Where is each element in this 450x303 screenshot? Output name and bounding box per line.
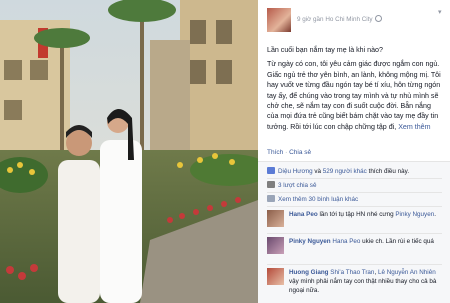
post-text: Lần cuối bạn nắm tay mẹ là khi nào? Từ n… [267,45,444,136]
comment-text: lần tới tụ tập HN nhé cưng [319,211,394,218]
avatar[interactable] [267,268,284,285]
comment-item: Pinky Nguyen Hana Peo ukie ch. Lần rùi e… [267,237,445,254]
post-actions: Thích · Chia sẻ [267,149,311,156]
location-prefix: gần [313,16,324,23]
likes-suffix: thích điều này. [368,168,410,175]
comment-author[interactable]: Hana Peo [289,211,318,218]
divider [267,178,442,179]
chevron-down-icon[interactable]: ▾ [438,9,445,16]
post-paragraph: Từ ngày có con, tôi yêu cảm giác được ng… [267,59,444,132]
divider [267,192,442,193]
liker-name[interactable]: Diệu Hương [278,168,313,175]
comment-mention[interactable]: Shi'a Thao Tran [330,269,374,276]
post-panel: 9 giờ gần Ho Chi Minh City ▾ Lần cuối bạ… [258,0,450,303]
globe-icon [375,15,383,22]
comment-mention[interactable]: Pinky Nguyen [395,211,434,218]
comment-text: ukie ch. Lần rùi e tiếc quá [362,238,434,245]
comment-author[interactable]: Huong Giang [289,269,329,276]
comment-text: . [434,211,436,218]
thumbs-up-icon [267,167,275,174]
share-icon [267,181,275,188]
see-more-link[interactable]: Xem thêm [398,123,430,131]
location-link[interactable]: Ho Chi Minh City [325,16,372,23]
post-paragraph: Lần cuối bạn nắm tay mẹ là khi nào? [267,46,383,54]
share-link[interactable]: Chia sẻ [289,149,311,156]
divider [267,264,442,265]
like-link[interactable]: Thích [267,149,283,156]
comment-item: Hana Peo lần tới tụ tập HN nhé cưng Pink… [267,210,445,227]
avatar[interactable] [267,237,284,254]
shares-row[interactable]: 3 lượt chia sẻ [267,181,316,189]
likes-count-link[interactable]: 529 người khác [323,168,367,175]
shares-count[interactable]: 3 lượt chia sẻ [278,182,316,189]
separator-dot: · [285,149,288,156]
feedback-section: Diệu Hương và 529 người khác thích điều … [258,161,450,303]
comment-icon [267,195,275,202]
post-paragraph-text: Từ ngày có con, tôi yêu cảm giác được ng… [267,60,441,131]
view-more-comments-row[interactable]: Xem thêm 30 bình luận khác [267,195,358,203]
comment-mention[interactable]: Hana Peo [332,238,360,245]
likes-and: và [314,168,322,175]
divider [267,206,442,207]
post-meta: 9 giờ gần Ho Chi Minh City [297,15,383,23]
comment-mention[interactable]: Lê Nguyễn An Nhiên [378,269,436,276]
post-header: 9 giờ gần Ho Chi Minh City ▾ [267,8,445,34]
comment-item: Huong Giang Shi'a Thao Tran, Lê Nguyễn A… [267,268,445,295]
likes-row: Diệu Hương và 529 người khác thích điều … [267,167,409,175]
comment-text: vậy mình phải nắm tay con thật nhiều tha… [289,278,437,294]
post-photo[interactable] [0,0,258,303]
avatar[interactable] [267,210,284,227]
avatar[interactable] [267,8,291,32]
post-time[interactable]: 9 giờ [297,16,311,23]
photo-image [0,0,258,303]
comment-text: , [374,269,377,276]
view-more-comments-link[interactable]: Xem thêm 30 bình luận khác [278,196,358,203]
comment-author[interactable]: Pinky Nguyen [289,238,331,245]
divider [267,233,442,234]
